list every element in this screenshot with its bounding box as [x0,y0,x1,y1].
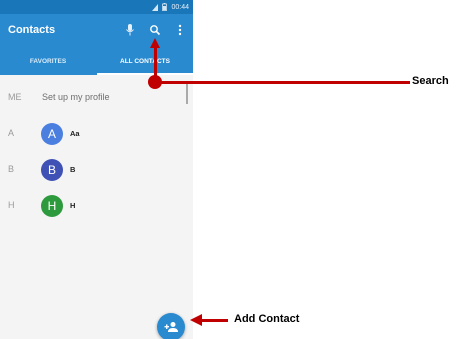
avatar: H [41,195,63,217]
app-title: Contacts [8,24,56,36]
contact-name: Aa [70,129,80,138]
avatar: A [41,123,63,145]
section-letter: B [8,164,15,174]
section-letter: H [8,200,15,210]
add-contact-callout-line [200,318,228,322]
list-item[interactable]: H H H [0,191,193,221]
tab-bar: FAVORITES ALL CONTACTS [0,47,193,75]
search-callout-line [160,81,410,84]
search-label: Search [412,75,449,87]
search-arrow-head [150,38,160,48]
contact-list: ME Set up my profile A A Aa B B B H H H [0,75,193,339]
mic-icon[interactable] [124,23,136,37]
tab-all-contacts[interactable]: ALL CONTACTS [97,47,193,75]
status-time: 00:44 [171,3,189,11]
profile-row[interactable]: ME Set up my profile [0,83,193,113]
section-letter: ME [8,92,22,102]
contact-name: B [70,165,76,174]
section-letter: A [8,128,15,138]
signal-icon [152,3,159,11]
list-item[interactable]: A A Aa [0,119,193,149]
search-icon[interactable] [149,23,161,37]
overflow-menu-icon[interactable] [174,23,186,37]
setup-profile-text: Set up my profile [42,92,110,102]
status-bar: 00:44 [0,0,193,14]
app-bar: Contacts [0,14,193,47]
contact-name: H [70,201,76,210]
avatar: B [41,159,63,181]
tab-favorites[interactable]: FAVORITES [0,47,96,75]
list-item[interactable]: B B B [0,155,193,185]
add-person-icon [164,322,178,332]
battery-icon [162,3,168,11]
phone-screen: 00:44 Contacts FAVORITES ALL CONTACTS ME… [0,0,193,339]
add-contact-label: Add Contact [234,313,300,325]
add-contact-button[interactable] [157,313,185,339]
